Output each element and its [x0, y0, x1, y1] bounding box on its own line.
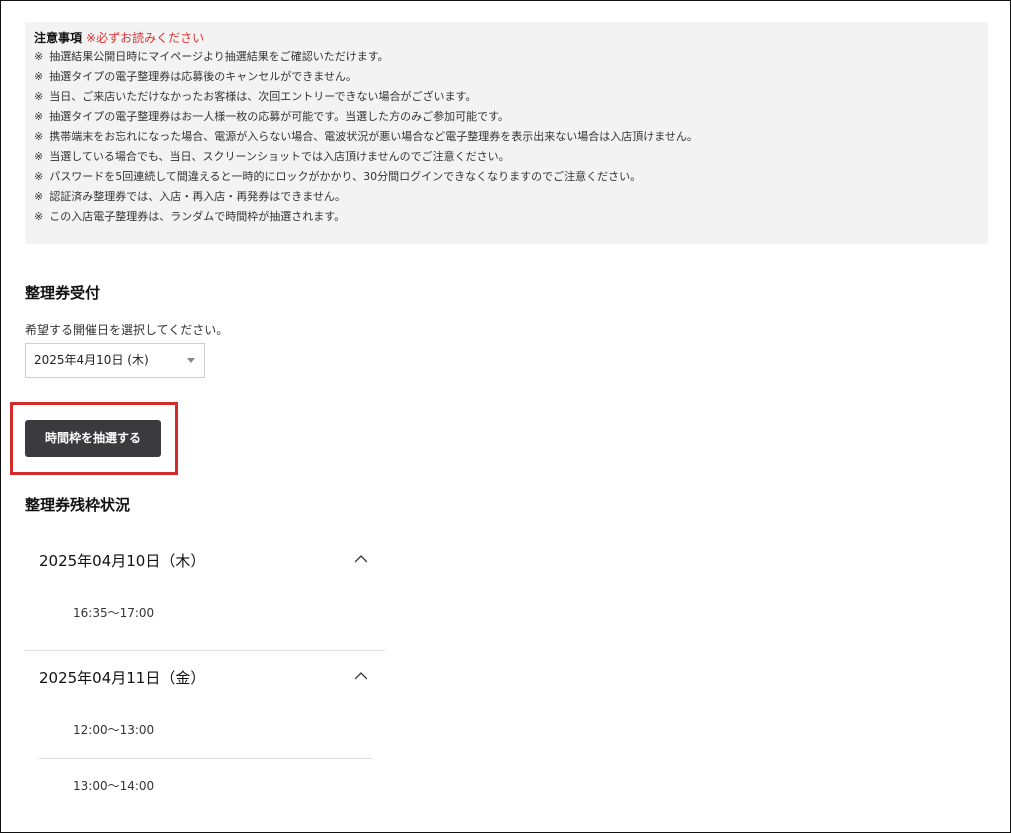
notice-mark: ※ [34, 50, 44, 63]
notice-mark: ※ [34, 90, 44, 103]
notice-item: ※ 当日、ご来店いただけなかったお客様は、次回エントリーできない場合がございます。 [34, 87, 988, 107]
notice-item: ※ 携帯端末をお忘れになった場合、電源が入らない場合、電波状況が悪い場合など電子整… [34, 127, 988, 147]
notice-item: ※ 認証済み整理券では、入店・再入店・再発券はできません。 [34, 187, 988, 207]
notice-item-text: 認証済み整理券では、入店・再入店・再発券はできません。 [49, 190, 346, 203]
status-title: 整理券残枠状況 [25, 496, 131, 514]
chevron-up-icon[interactable] [355, 670, 367, 682]
notice-item-text: 抽選タイプの電子整理券は応募後のキャンセルができません。 [49, 70, 357, 83]
notice-item: ※ パスワードを5回連続して間違えると一時的にロックがかかり、30分間ログインでき… [34, 167, 988, 187]
notice-item-text: 抽選タイプの電子整理券はお一人様一枚の応募が可能です。当選した方のみご参加可能で… [49, 110, 510, 123]
date-select-value: 2025年4月10日 (木) [34, 353, 149, 367]
notice-item: ※ 抽選結果公開日時にマイページより抽選結果をご確認いただけます。 [34, 47, 988, 67]
notice-mark: ※ [34, 170, 44, 183]
draw-time-slot-button[interactable]: 時間枠を抽選する [25, 420, 161, 457]
divider [39, 758, 372, 759]
time-slot: 12:00〜13:00 [73, 723, 155, 737]
notice-mark: ※ [34, 110, 44, 123]
time-slot: 13:00〜14:00 [73, 779, 155, 793]
day-header[interactable]: 2025年04月10日（木） [39, 550, 205, 571]
notice-item-text: 当日、ご来店いただけなかったお客様は、次回エントリーできない場合がございます。 [49, 90, 477, 103]
reception-title: 整理券受付 [25, 284, 101, 302]
notice-mark: ※ [34, 130, 44, 143]
divider [25, 650, 385, 651]
notice-item-text: 携帯端末をお忘れになった場合、電源が入らない場合、電波状況が悪い場合など電子整理… [49, 130, 698, 143]
notice-item-text: 当選している場合でも、当日、スクリーンショットでは入店頂けませんのでご注意くださ… [49, 150, 510, 163]
notice-item: ※ この入店電子整理券は、ランダムで時間枠が抽選されます。 [34, 207, 988, 227]
notice-item-text: パスワードを5回連続して間違えると一時的にロックがかかり、30分間ログインできな… [49, 170, 642, 183]
chevron-down-icon [187, 358, 195, 363]
notice-warning: ※必ずお読みください [86, 31, 205, 45]
notice-item-text: 抽選結果公開日時にマイページより抽選結果をご確認いただけます。 [49, 50, 389, 63]
date-select[interactable]: 2025年4月10日 (木) [25, 343, 205, 378]
time-slot: 16:35〜17:00 [73, 606, 155, 620]
notice-title: 注意事項 [34, 31, 83, 45]
notice-item-text: この入店電子整理券は、ランダムで時間枠が抽選されます。 [49, 210, 346, 223]
date-select-prompt: 希望する開催日を選択してください。 [25, 323, 229, 337]
notice-mark: ※ [34, 70, 44, 83]
day-header[interactable]: 2025年04月11日（金） [39, 667, 205, 688]
notice-item: ※ 抽選タイプの電子整理券はお一人様一枚の応募が可能です。当選した方のみご参加可能… [34, 107, 988, 127]
notice-mark: ※ [34, 150, 44, 163]
chevron-up-icon[interactable] [355, 553, 367, 565]
notice-header: 注意事項 ※必ずお読みください [34, 30, 988, 47]
notice-item: ※ 当選している場合でも、当日、スクリーンショットでは入店頂けませんのでご注意くだ… [34, 147, 988, 167]
notice-mark: ※ [34, 210, 44, 223]
notice-box: 注意事項 ※必ずお読みください ※ 抽選結果公開日時にマイページより抽選結果をご確認… [25, 22, 988, 244]
notice-item: ※ 抽選タイプの電子整理券は応募後のキャンセルができません。 [34, 67, 988, 87]
notice-mark: ※ [34, 190, 44, 203]
